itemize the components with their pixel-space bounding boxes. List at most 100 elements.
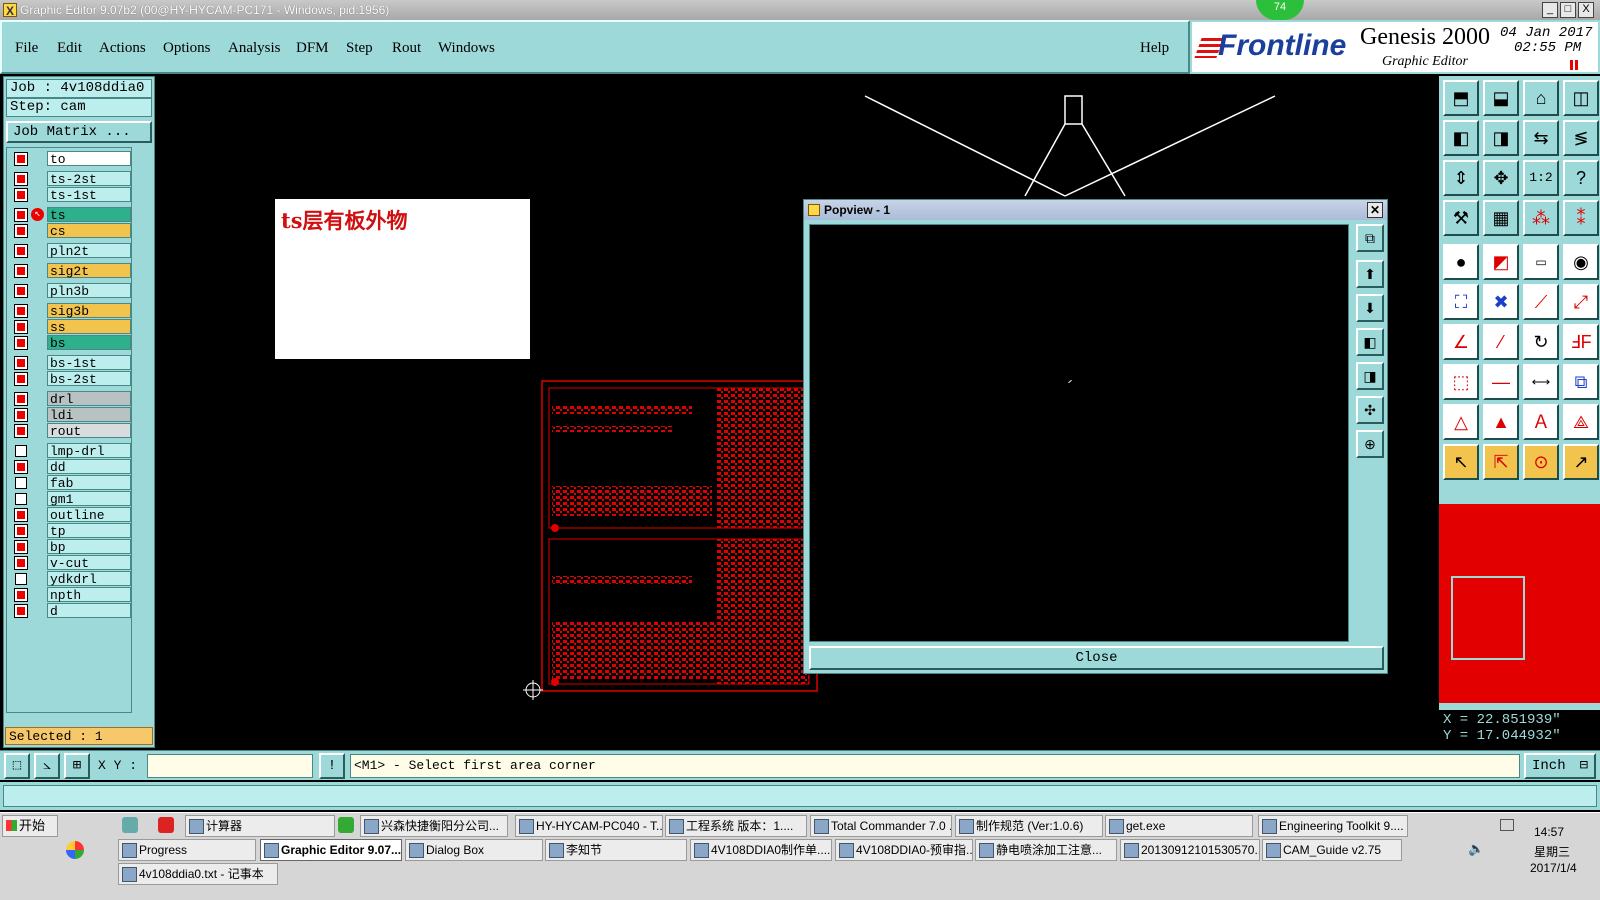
- menu-step[interactable]: Step: [346, 40, 373, 57]
- taskbar-item[interactable]: Progress: [118, 839, 256, 861]
- taskbar-item[interactable]: 李知节: [545, 839, 687, 861]
- xy-input[interactable]: [147, 754, 313, 778]
- triangle-outline-icon[interactable]: △: [1443, 404, 1479, 440]
- popview-close-button[interactable]: Close: [809, 646, 1384, 670]
- mirror-icon[interactable]: ⇆: [1523, 120, 1559, 156]
- layer-row-rout[interactable]: rout: [13, 423, 131, 439]
- layer-row-tp[interactable]: tp: [13, 523, 131, 539]
- layer-checkbox[interactable]: [14, 172, 28, 186]
- layer-checkbox[interactable]: [14, 408, 28, 422]
- layer-checkbox[interactable]: [14, 284, 28, 298]
- taskbar-item[interactable]: Engineering Toolkit 9....: [1258, 815, 1408, 837]
- menu-windows[interactable]: Windows: [438, 40, 495, 57]
- layer-name[interactable]: ts-2st: [47, 171, 131, 187]
- layer-checkbox[interactable]: [14, 588, 28, 602]
- layer-checkbox[interactable]: [14, 188, 28, 202]
- layer-name[interactable]: tp: [47, 523, 131, 539]
- taskbar-item[interactable]: Graphic Editor 9.07...: [260, 839, 402, 861]
- layer-row-sig2t[interactable]: sig2t: [13, 263, 131, 279]
- layer-name[interactable]: sig3b: [47, 303, 131, 319]
- pan-left-icon[interactable]: ◧: [1443, 120, 1479, 156]
- layer-name[interactable]: bs-1st: [47, 355, 131, 371]
- layer-row-drl[interactable]: drl: [13, 391, 131, 407]
- layer-checkbox[interactable]: [14, 208, 28, 222]
- delete-cross-icon[interactable]: ✖: [1483, 284, 1519, 320]
- layer-row-to[interactable]: to: [13, 151, 131, 167]
- menu-analysis[interactable]: Analysis: [228, 40, 281, 57]
- popview-pan-left-icon[interactable]: ◧: [1356, 328, 1384, 356]
- copy-shape-icon[interactable]: ⧉: [1563, 364, 1599, 400]
- layer-row-dd[interactable]: dd: [13, 459, 131, 475]
- popview-zoom-in-icon[interactable]: ⬆: [1356, 260, 1384, 288]
- layer-snap-alt-icon[interactable]: ⁑: [1563, 200, 1599, 236]
- dimension-icon[interactable]: ⟷: [1523, 364, 1559, 400]
- arc-triangle-icon[interactable]: ⟁: [1563, 404, 1599, 440]
- layer-name[interactable]: bs-2st: [47, 371, 131, 387]
- volume-icon[interactable]: 🔈: [1468, 841, 1484, 857]
- taskbar-item[interactable]: Dialog Box: [405, 839, 543, 861]
- layer-checkbox[interactable]: [14, 152, 28, 166]
- ruler-icon[interactable]: ▭: [1523, 244, 1559, 280]
- layer-name[interactable]: d: [47, 603, 131, 619]
- menu-rout[interactable]: Rout: [392, 40, 421, 57]
- taskbar-item[interactable]: Total Commander 7.0 ...: [810, 815, 952, 837]
- popview-close-icon[interactable]: ✕: [1367, 202, 1383, 218]
- tray-app-icon[interactable]: [122, 817, 138, 833]
- layer-checkbox[interactable]: [14, 244, 28, 258]
- edge-icon[interactable]: [338, 817, 354, 833]
- layer-row-v-cut[interactable]: v-cut: [13, 555, 131, 571]
- popview-center-icon[interactable]: ⊕: [1356, 430, 1384, 458]
- redraw-icon[interactable]: ≶: [1563, 120, 1599, 156]
- select-area-icon[interactable]: ⊙: [1523, 444, 1559, 480]
- taskbar-item[interactable]: 4v108ddia0.txt - 记事本: [118, 863, 278, 885]
- layer-name[interactable]: rout: [47, 423, 131, 439]
- layer-row-ts[interactable]: ↖ ts: [13, 207, 131, 223]
- layer-row-bs-2st[interactable]: bs-2st: [13, 371, 131, 387]
- select-box-icon[interactable]: ⇱: [1483, 444, 1519, 480]
- snap-point-icon[interactable]: ⬚: [1443, 364, 1479, 400]
- warning-icon[interactable]: !: [319, 753, 345, 779]
- layer-name[interactable]: dd: [47, 459, 131, 475]
- connect-nodes-icon[interactable]: ⛶: [1443, 284, 1479, 320]
- layer-checkbox[interactable]: [14, 604, 28, 618]
- layer-name[interactable]: lmp-drl: [47, 443, 131, 459]
- taskbar-item[interactable]: 兴森快捷衡阳分公司...: [360, 815, 508, 837]
- layer-name[interactable]: sig2t: [47, 263, 131, 279]
- layer-row-pln2t[interactable]: pln2t: [13, 243, 131, 259]
- overview-viewport[interactable]: [1451, 576, 1525, 660]
- zoom-home-icon[interactable]: ⬒: [1443, 80, 1479, 116]
- feature-dot-icon[interactable]: ◉: [1563, 244, 1599, 280]
- pan-right-icon[interactable]: ◨: [1483, 120, 1519, 156]
- arc-a-icon[interactable]: Ａ: [1523, 404, 1559, 440]
- minimize-button[interactable]: _: [1542, 2, 1558, 18]
- layer-row-ldi[interactable]: ldi: [13, 407, 131, 423]
- feature-pad-icon[interactable]: ●: [1443, 244, 1479, 280]
- layer-row-fab[interactable]: fab: [13, 475, 131, 491]
- popview-zoom-out-icon[interactable]: ⬇: [1356, 294, 1384, 322]
- popview-fit-icon[interactable]: ✣: [1356, 396, 1384, 424]
- grid-snap-icon[interactable]: ⊞: [64, 753, 90, 779]
- maximize-button[interactable]: □: [1560, 2, 1576, 18]
- layer-checkbox[interactable]: [15, 493, 27, 505]
- layer-row-d[interactable]: d: [13, 603, 131, 619]
- layer-name[interactable]: ts: [47, 207, 131, 223]
- popview-pan-right-icon[interactable]: ◨: [1356, 362, 1384, 390]
- popview-screen[interactable]: [809, 224, 1349, 642]
- start-button[interactable]: 开始: [2, 815, 58, 837]
- triangle-icon[interactable]: ▲: [1483, 404, 1519, 440]
- fit-vertical-icon[interactable]: ⇕: [1443, 160, 1479, 196]
- pdf-icon[interactable]: [158, 817, 174, 833]
- popview-titlebar[interactable]: Popview - 1 ✕: [804, 200, 1387, 220]
- taskbar-item[interactable]: 计算器: [185, 815, 335, 837]
- layer-name[interactable]: bs: [47, 335, 131, 351]
- job-matrix-button[interactable]: Job Matrix ...: [6, 121, 152, 143]
- slash-icon[interactable]: ⁄: [1483, 324, 1519, 360]
- layer-snap-icon[interactable]: ⁂: [1523, 200, 1559, 236]
- layer-row-ts-1st[interactable]: ts-1st: [13, 187, 131, 203]
- layer-name[interactable]: npth: [47, 587, 131, 603]
- layer-checkbox[interactable]: [14, 508, 28, 522]
- overview-map[interactable]: [1439, 504, 1600, 703]
- feature-line-icon[interactable]: ◩: [1483, 244, 1519, 280]
- select-pointer-icon[interactable]: ↖: [1443, 444, 1479, 480]
- layer-row-outline[interactable]: outline: [13, 507, 131, 523]
